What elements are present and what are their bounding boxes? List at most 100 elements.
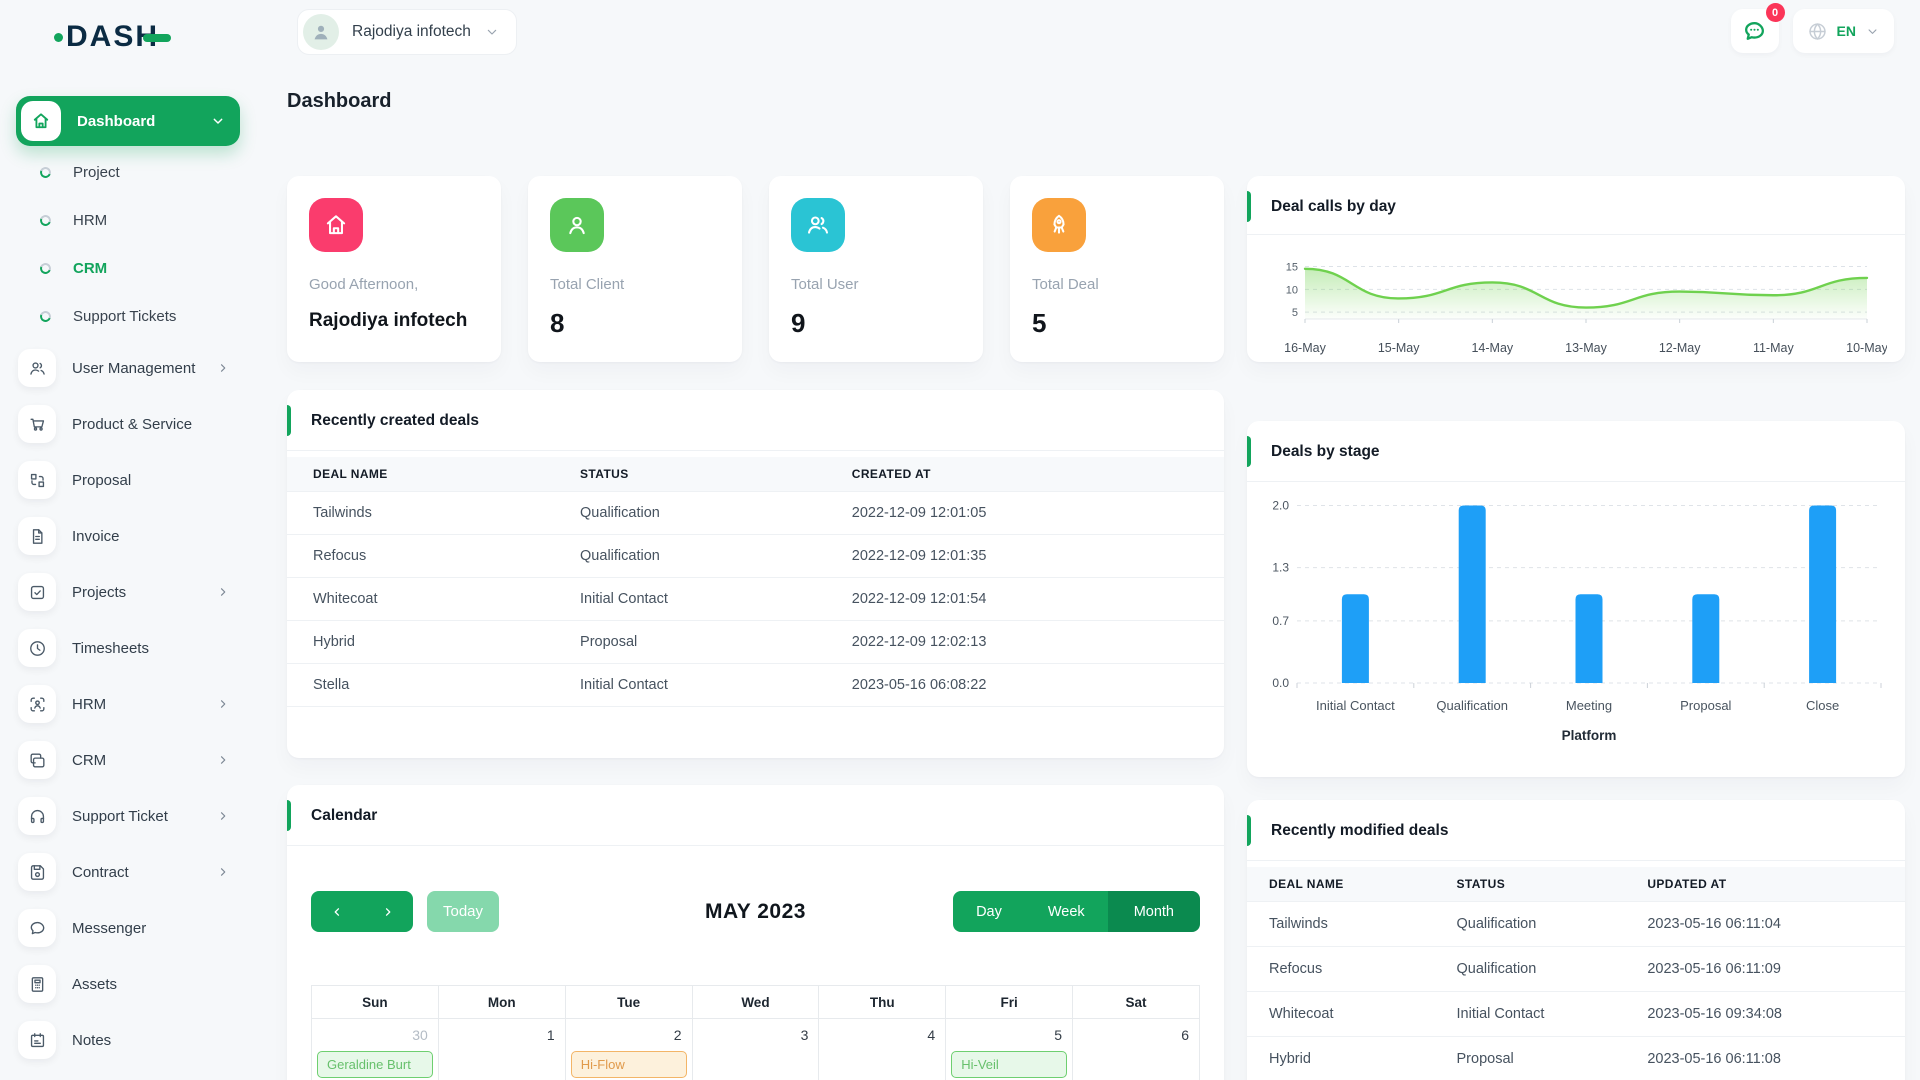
svg-text:2.0: 2.0 <box>1272 499 1289 513</box>
svg-text:13-May: 13-May <box>1565 341 1607 355</box>
sidebar-subitem-label: Project <box>73 163 120 181</box>
headset-icon-tile <box>18 797 56 835</box>
calendar-view-month[interactable]: Month <box>1107 891 1200 932</box>
scan-user-icon-tile <box>18 685 56 723</box>
sidebar-subitem-hrm[interactable]: HRM <box>16 196 240 244</box>
deal-calls-by-day-panel: Deal calls by day 5 10 15 16-May 15-May 14-Ma… <box>1247 176 1905 362</box>
sidebar-item-dashboard[interactable]: Dashboard <box>16 96 240 146</box>
svg-text:0.7: 0.7 <box>1272 614 1289 628</box>
note-icon-tile <box>18 1021 56 1059</box>
calendar-event[interactable]: Hi-Veil <box>951 1051 1068 1078</box>
weekday-header: Fri <box>945 985 1074 1019</box>
sidebar-item-notes[interactable]: Notes <box>16 1012 240 1068</box>
chevron-right-icon <box>216 697 230 711</box>
users-icon <box>28 359 47 378</box>
calendar-day-cell[interactable]: 1 <box>437 1018 566 1080</box>
calendar-day-cell[interactable]: 30 Geraldine Burt <box>311 1018 439 1080</box>
table-cell: Hybrid <box>287 620 555 664</box>
sidebar-item-timesheets[interactable]: Timesheets <box>16 620 240 676</box>
recently-created-deals-panel: Recently created deals DEAL NAME STATUS CR… <box>287 390 1224 758</box>
panel-header: Deals by stage <box>1247 421 1905 482</box>
clock-icon-tile <box>18 629 56 667</box>
chevron-down-icon <box>484 24 500 40</box>
sidebar-item-product-service[interactable]: Product & Service <box>16 396 240 452</box>
calendar-day-cell[interactable]: 2 Hi-Flow <box>564 1018 693 1080</box>
table-cell: Qualification <box>1434 901 1626 947</box>
panel-header: Calendar <box>287 785 1224 846</box>
sidebar-item-assets[interactable]: Assets <box>16 956 240 1012</box>
calendar-event[interactable]: Hi-Flow <box>570 1051 687 1078</box>
clock-icon <box>28 639 47 658</box>
calendar-view-week[interactable]: Week <box>1024 891 1108 932</box>
table-cell: Initial Contact <box>554 663 826 707</box>
sidebar-item-messenger[interactable]: Messenger <box>16 900 240 956</box>
calendar-nav-group <box>311 891 413 932</box>
calendar-date-number: 1 <box>546 1027 555 1043</box>
messages-button[interactable]: 0 <box>1730 3 1785 53</box>
sidebar-subitem-support-tickets[interactable]: Support Tickets <box>16 292 240 340</box>
invoice-icon <box>28 527 47 546</box>
sidebar-item-contract[interactable]: Contract <box>16 844 240 900</box>
copy-icon <box>28 751 47 770</box>
calendar-prev-button[interactable] <box>311 891 362 932</box>
calendar-day-cell[interactable]: 5 Hi-Veil <box>945 1018 1074 1080</box>
table-cell: Initial Contact <box>554 577 826 621</box>
sidebar-subitem-label: HRM <box>73 211 108 229</box>
sidebar-subitem-crm[interactable]: CRM <box>16 244 240 292</box>
weekday-header: Wed <box>691 985 820 1019</box>
table-cell: 2022-12-09 12:01:54 <box>825 577 1224 621</box>
table-cell: 2023-05-16 06:08:22 <box>825 663 1224 707</box>
save-icon-tile <box>18 853 56 891</box>
svg-text:Qualification: Qualification <box>1436 698 1508 713</box>
calendar-day-cell[interactable]: 4 <box>818 1018 947 1080</box>
sidebar-item-invoice[interactable]: Invoice <box>16 508 240 564</box>
stat-card-total-user: Total User 9 <box>769 176 983 362</box>
language-selector[interactable]: EN <box>1792 9 1894 53</box>
calendar-today-button[interactable]: Today <box>427 891 499 932</box>
calendar-event[interactable]: Geraldine Burt <box>317 1051 433 1078</box>
panel-title: Recently modified deals <box>1271 822 1449 839</box>
stat-value: 9 <box>791 308 806 338</box>
stat-value: 5 <box>1032 308 1047 338</box>
check-square-icon-tile <box>18 573 56 611</box>
note-icon <box>28 1031 47 1050</box>
chat-icon <box>1742 19 1767 44</box>
table-cell: 2023-05-16 06:11:04 <box>1625 901 1905 947</box>
stat-card-total-client: Total Client 8 <box>528 176 742 362</box>
message-icon <box>28 919 47 938</box>
company-selector[interactable]: Rajodiya infotech <box>297 9 517 55</box>
chevron-right-icon <box>216 809 230 823</box>
calendar-day-cell[interactable]: 3 <box>691 1018 820 1080</box>
sidebar-item-hrm[interactable]: HRM <box>16 676 240 732</box>
panel-title: Deals by stage <box>1271 443 1380 460</box>
sidebar-item-user-management[interactable]: User Management <box>16 340 240 396</box>
sidebar-subitem-project[interactable]: Project <box>16 148 240 196</box>
calendar-head: Sun Mon Tue Wed Thu Fri Sat <box>311 985 1200 1019</box>
calendar-date-number: 5 <box>1054 1027 1063 1043</box>
calendar-weekday-row: Sun Mon Tue Wed Thu Fri Sat <box>311 985 1200 1019</box>
panel-title: Recently created deals <box>311 412 480 429</box>
stat-label: Total Deal <box>1032 276 1099 293</box>
table-row: Hybrid Proposal 2022-12-09 12:02:13 <box>287 620 1224 664</box>
sidebar-subitem-label: CRM <box>73 259 108 277</box>
sidebar-item-label: Timesheets <box>72 639 149 657</box>
sidebar-item-projects[interactable]: Projects <box>16 564 240 620</box>
sidebar-item-crm[interactable]: CRM <box>16 732 240 788</box>
sidebar-item-proposal[interactable]: Proposal <box>16 452 240 508</box>
chevron-right-icon <box>216 361 230 375</box>
copy-icon-tile <box>18 741 56 779</box>
calendar-view-day[interactable]: Day <box>953 891 1025 932</box>
app-logo[interactable]: DASH <box>54 20 172 54</box>
home-icon <box>309 198 363 252</box>
calendar-next-button[interactable] <box>362 891 413 932</box>
calendar-date-number: 6 <box>1181 1027 1189 1043</box>
company-name: Rajodiya infotech <box>352 23 471 40</box>
column-header: UPDATED AT <box>1625 867 1905 902</box>
calendar-day-cell[interactable]: 6 <box>1072 1018 1200 1080</box>
svg-text:Initial Contact: Initial Contact <box>1316 698 1395 713</box>
sidebar-item-support-ticket[interactable]: Support Ticket <box>16 788 240 844</box>
sidebar-item-label: Assets <box>72 975 118 993</box>
company-avatar <box>303 14 339 50</box>
sidebar-item-label: Contract <box>72 863 129 881</box>
calendar-body: 30 Geraldine Burt 1 2 Hi-Flow 3 4 5 Hi-Veil 6 <box>311 1018 1200 1080</box>
